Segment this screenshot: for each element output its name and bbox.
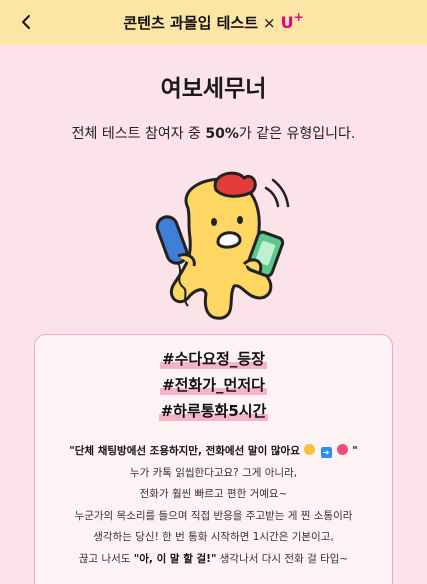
line6-bold: "아, 이 말 할 걸!"	[133, 552, 217, 565]
hashtag: #수다요정_등장	[160, 349, 267, 369]
grinning-emoji-icon	[336, 444, 348, 455]
description-line: 끊고 나서도 "아, 이 말 할 걸!" 생각나서 다시 전화 걸 타입~	[35, 549, 392, 571]
hashtag: #전화가_먼저다	[160, 375, 267, 395]
description-line: 전화가 훨씬 빠르고 편한 거예요~	[139, 488, 288, 500]
description-line: 생각하는 당신! 한 번 통화 시작하면 1시간은 기본이고,	[93, 531, 334, 543]
character-illustration	[155, 171, 290, 320]
description-quote: "단체 채팅방에선 조용하지만, 전화에선 말이 많아요 ➜ "	[35, 441, 392, 463]
result-subtitle: 전체 테스트 참여자 중 50%가 같은 유형입니다.	[0, 123, 427, 143]
header-title-text: 콘텐츠 과몰입 테스트	[123, 14, 258, 32]
subtitle-suffix: 가 같은 유형입니다.	[238, 126, 356, 142]
grimace-emoji-icon	[304, 444, 316, 455]
back-button[interactable]	[14, 10, 38, 34]
brand-logo: U +	[280, 10, 304, 32]
quote-end: "	[352, 445, 358, 457]
header-bar: 콘텐츠 과몰입 테스트 × U +	[0, 0, 427, 45]
header-title: 콘텐츠 과몰입 테스트 × U +	[123, 10, 304, 33]
right-arrow-emoji-icon: ➜	[320, 447, 332, 458]
hashtag: #하루통화5시간	[158, 401, 269, 421]
subtitle-percent: 50%	[205, 126, 239, 142]
header-separator: ×	[263, 13, 276, 32]
description-line: 누가 카톡 읽씹한다고요? 그게 아니라,	[129, 466, 298, 479]
line6-prefix: 끊고 나서도	[78, 552, 134, 565]
brand-plus: +	[293, 10, 304, 24]
result-description: "단체 채팅방에선 조용하지만, 전화에선 말이 많아요 ➜ " 누가 카톡 읽…	[35, 441, 392, 570]
quote-text: "단체 채팅방에선 조용하지만, 전화에선 말이 많아요	[69, 445, 300, 457]
description-line: 누군가의 목소리를 들으며 직접 반응을 주고받는 게 찐 소통이라	[74, 509, 353, 522]
result-title: 여보세무너	[160, 76, 267, 102]
tag-list: #수다요정_등장 #전화가_먼저다 #하루통화5시간	[35, 335, 392, 421]
chevron-left-icon	[22, 15, 30, 29]
line6-suffix: 생각나서 다시 전화 걸 타입~	[216, 552, 349, 565]
result-card: #수다요정_등장 #전화가_먼저다 #하루통화5시간 "단체 채팅방에선 조용하…	[34, 334, 393, 584]
brand-text: U	[280, 13, 294, 32]
subtitle-prefix: 전체 테스트 참여자 중	[71, 126, 206, 142]
